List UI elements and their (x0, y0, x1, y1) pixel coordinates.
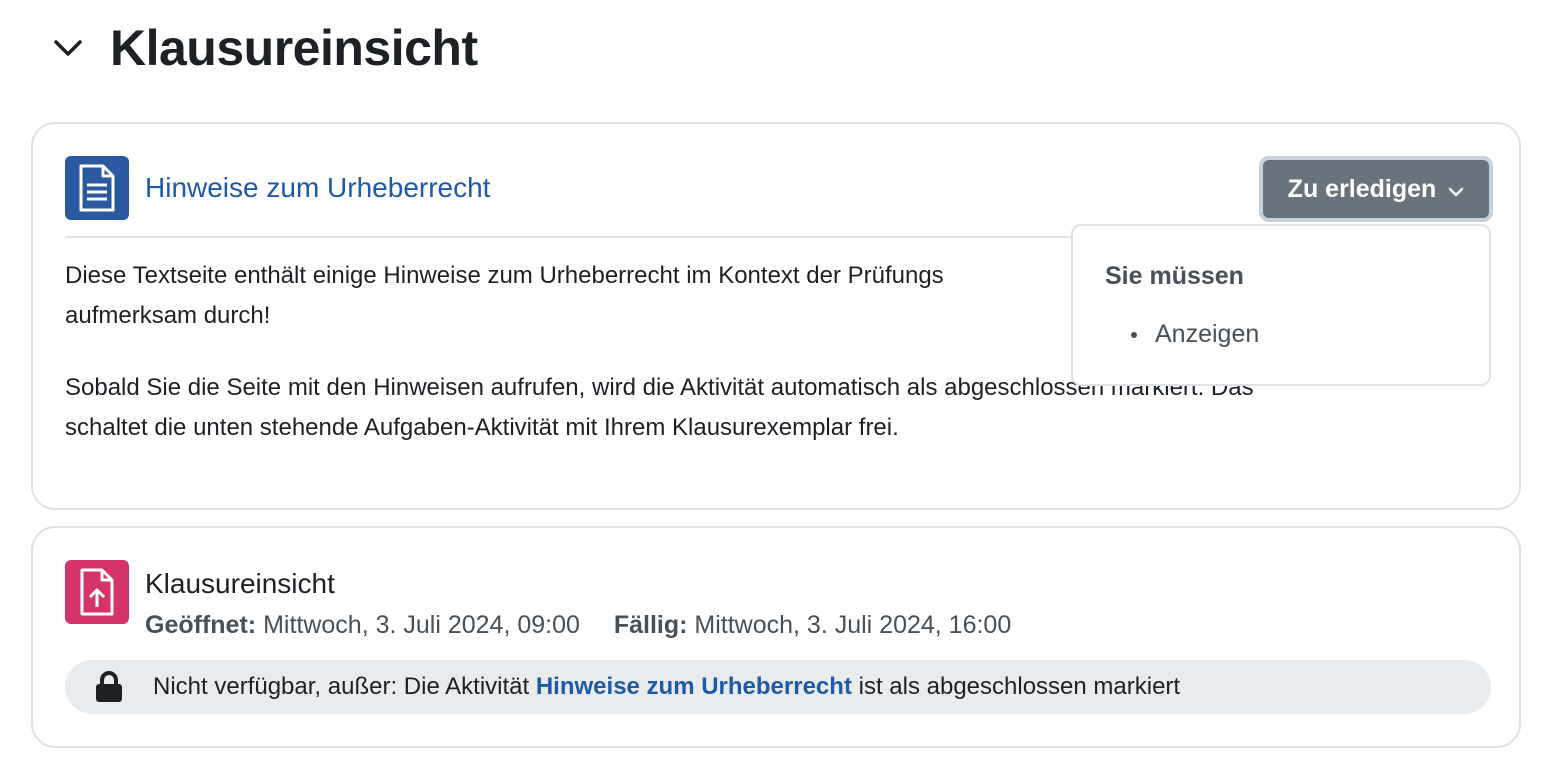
course-page: Klausureinsicht Hinweise zum Urheberrech… (0, 0, 1544, 764)
restriction-link[interactable]: Hinweise zum Urheberrecht (536, 673, 852, 701)
list-item: Anzeigen (1105, 320, 1259, 349)
todo-dropdown-button[interactable]: Zu erledigen (1259, 156, 1493, 222)
todo-dropdown-menu: Sie müssen Anzeigen (1071, 224, 1491, 386)
activity-card-page: Hinweise zum Urheberrecht Zu erledigen D… (31, 122, 1521, 510)
access-restriction: Nicht verfügbar, außer: Die Aktivität Hi… (65, 660, 1491, 714)
opened-label: Geöffnet: (145, 611, 257, 639)
description-text: aufmerksam durch! (65, 302, 271, 329)
chevron-down-icon (1448, 175, 1464, 204)
section-header: Klausureinsicht (48, 16, 478, 80)
activity-dates: Geöffnet: Mittwoch, 3. Juli 2024, 09:00 … (145, 608, 1011, 642)
completion-requirements-list: Anzeigen (1105, 320, 1259, 349)
chevron-down-icon[interactable] (48, 28, 88, 68)
activity-link-page[interactable]: Hinweise zum Urheberrecht (145, 170, 490, 206)
requirement-label: Anzeigen (1155, 320, 1260, 348)
section-title: Klausureinsicht (110, 20, 478, 76)
description-text: Diese Textseite enthält einige Hinweise … (65, 262, 944, 289)
lock-icon (65, 671, 153, 703)
restriction-prefix: Nicht verfügbar, außer: Die Aktivität (153, 673, 530, 700)
file-upload-icon (65, 560, 129, 624)
opened-value: Mittwoch, 3. Juli 2024, 09:00 (263, 611, 580, 639)
bullet-icon (1131, 331, 1137, 338)
restriction-suffix: ist als abgeschlossen markiert (858, 673, 1181, 700)
todo-button-label: Zu erledigen (1287, 174, 1437, 203)
file-text-icon (65, 156, 129, 220)
activity-name-assign[interactable]: Klausureinsicht (145, 566, 335, 602)
description-text: schaltet die unten stehende Aufgaben-Akt… (65, 414, 899, 441)
due-value: Mittwoch, 3. Juli 2024, 16:00 (694, 611, 1012, 639)
due-label: Fällig: (613, 611, 688, 639)
dropdown-heading: Sie müssen (1105, 262, 1244, 290)
activity-card-assign: Klausureinsicht Geöffnet: Mittwoch, 3. J… (31, 526, 1521, 748)
